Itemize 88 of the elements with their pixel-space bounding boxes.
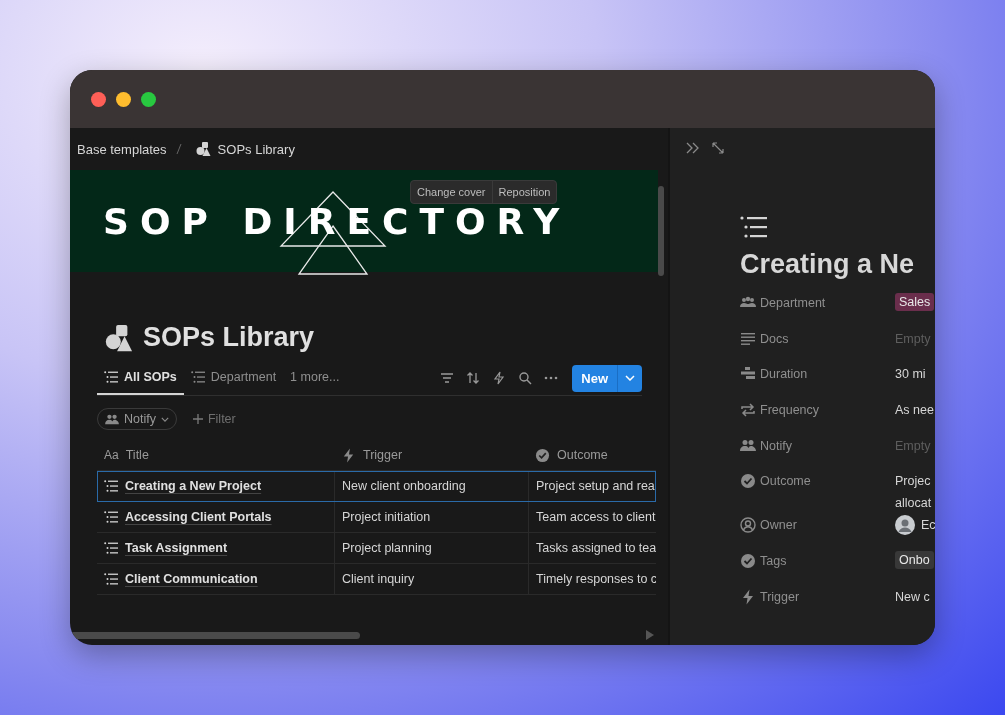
list-icon xyxy=(104,511,118,523)
checkmark-icon xyxy=(535,447,550,463)
column-title: Outcome xyxy=(557,448,608,462)
new-dropdown-button[interactable] xyxy=(617,364,642,392)
repeat-icon xyxy=(740,402,756,419)
checkmark-icon xyxy=(740,553,756,570)
avatar-icon xyxy=(895,515,915,536)
lightning-icon xyxy=(740,588,756,605)
page-link[interactable]: Client Communication xyxy=(125,572,258,586)
table-row[interactable]: Client Communication Client inquiry Timely responses to c xyxy=(97,564,656,595)
page-link[interactable]: Creating a New Project xyxy=(125,479,262,493)
property-label[interactable]: Outcome xyxy=(740,470,895,493)
column-title: Title xyxy=(125,448,149,462)
property-label[interactable]: Duration xyxy=(740,363,895,386)
table-cell: Project planning xyxy=(334,533,528,563)
property-label[interactable]: Trigger xyxy=(740,585,895,608)
table-cell: Project setup and rea xyxy=(528,471,656,501)
table-cell: Project initiation xyxy=(334,502,528,532)
new-button[interactable]: New xyxy=(572,364,617,392)
search-icon[interactable] xyxy=(518,371,533,385)
tag: Sales xyxy=(895,293,935,311)
empty-value: Empty xyxy=(895,437,932,455)
property-label[interactable]: Notify xyxy=(740,434,895,457)
people-icon xyxy=(105,413,119,425)
user-icon xyxy=(740,517,756,534)
table-cell: Tasks assigned to tea xyxy=(528,533,656,563)
tag: Onbo xyxy=(895,551,934,570)
table-row[interactable]: Task Assignment Project planning Tasks assigned to tea xyxy=(97,533,656,564)
slash-icon xyxy=(175,143,182,155)
add-filter-button[interactable]: Filter xyxy=(186,411,242,427)
horizontal-scrollbar[interactable] xyxy=(70,631,360,639)
property-label[interactable]: Frequency xyxy=(740,399,895,422)
person-name: Ec xyxy=(921,517,935,535)
list-icon xyxy=(104,573,118,585)
page-link[interactable]: Accessing Client Portals xyxy=(125,510,272,524)
property-value: 30 mi xyxy=(895,366,927,384)
property-label[interactable]: Owner xyxy=(740,514,895,537)
filter-icon[interactable] xyxy=(440,371,455,385)
column-header[interactable]: Aa Title xyxy=(97,440,334,470)
shapes-icon xyxy=(194,141,211,157)
chevron-down-icon xyxy=(160,416,169,422)
page-link[interactable]: Task Assignment xyxy=(125,541,228,555)
table-cell: Timely responses to c xyxy=(528,564,656,594)
chevron-down-icon xyxy=(625,375,635,381)
column-title: Trigger xyxy=(363,448,403,462)
more-views-button[interactable]: 1 more... xyxy=(283,361,347,395)
page-title: SOPs Library xyxy=(143,322,315,353)
plus-icon xyxy=(192,414,203,424)
column-header[interactable]: Outcome xyxy=(528,440,656,470)
table-row[interactable]: Accessing Client Portals Project initiation Team access to client xyxy=(97,502,656,533)
list-icon xyxy=(190,371,205,383)
view-tab[interactable]: Department xyxy=(183,361,284,395)
sort-icon[interactable] xyxy=(466,371,481,385)
lightning-icon[interactable] xyxy=(492,371,507,385)
minimize-button[interactable] xyxy=(116,91,131,107)
cover-button[interactable]: Change cover xyxy=(411,181,492,203)
table-row[interactable]: Creating a New Project New client onboarding Project setup and rea xyxy=(97,471,656,502)
people-icon xyxy=(740,437,756,454)
more-icon[interactable] xyxy=(544,376,559,380)
table-cell: New client onboarding xyxy=(334,471,528,501)
list-icon xyxy=(104,542,118,554)
table-cell: Client inquiry xyxy=(334,564,528,594)
column-header[interactable]: Trigger xyxy=(334,440,528,470)
list-icon xyxy=(740,216,768,238)
view-tab[interactable]: All SOPs xyxy=(97,361,184,395)
list-icon xyxy=(104,371,118,383)
breadcrumb-link[interactable]: SOPs Library xyxy=(217,141,295,157)
property-value: New c xyxy=(895,588,931,606)
property-label[interactable]: Docs xyxy=(740,327,895,350)
empty-value: Empty xyxy=(895,330,932,348)
breadcrumb-link[interactable]: Base templates xyxy=(77,141,167,157)
table-cell: Team access to client xyxy=(528,502,656,532)
vertical-scrollbar[interactable] xyxy=(658,186,664,276)
property-label[interactable]: Department xyxy=(740,292,895,314)
property-value: As nee xyxy=(895,402,935,420)
property-label[interactable]: Tags xyxy=(740,550,895,573)
text-type-icon: Aa xyxy=(104,448,119,462)
close-button[interactable] xyxy=(91,91,106,107)
expand-icon[interactable] xyxy=(712,142,724,154)
cover-button[interactable]: Reposition xyxy=(491,181,557,203)
record-title: Creating a Ne xyxy=(740,249,916,280)
property-value: Projec allocat xyxy=(895,473,933,513)
checkmark-icon xyxy=(740,473,756,490)
shapes-icon xyxy=(103,322,133,353)
collapse-panel-icon[interactable] xyxy=(686,142,700,154)
list-icon xyxy=(104,480,118,492)
text-lines-icon xyxy=(740,330,756,347)
maximize-button[interactable] xyxy=(141,91,156,107)
